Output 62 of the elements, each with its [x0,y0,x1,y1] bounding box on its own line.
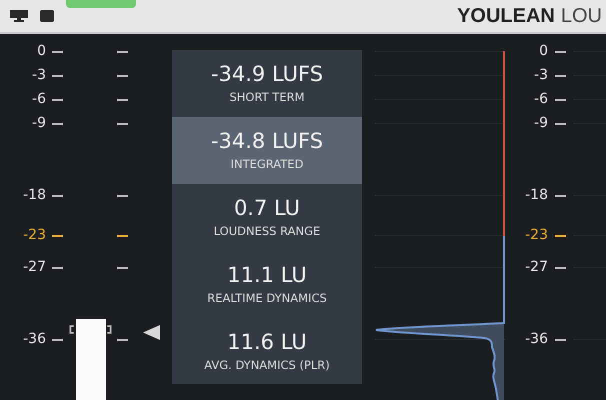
scale-tick [555,99,566,100]
stat-item[interactable]: 0.7 LU LOUDNESS RANGE [172,184,362,250]
scale-label: -6 [534,90,548,108]
scale-label: 0 [37,42,46,60]
stat-label: REALTIME DYNAMICS [207,290,327,305]
scale-tick [117,339,128,340]
scale-label: -6 [32,90,46,108]
stat-value: 11.6 LU [227,330,307,354]
scale-label: -27 [525,258,548,276]
scale-label: -3 [534,66,548,84]
scale-tick [555,75,566,76]
scale-tick [117,267,128,268]
stat-value: 11.1 LU [227,262,307,287]
scale-label: -18 [525,186,548,204]
stat-label: INTEGRATED [230,157,304,172]
scale-label: -9 [32,114,46,132]
scale-tick [117,235,128,236]
scale-tick [555,123,566,124]
scale-tick [52,123,63,124]
scale-tick [117,51,128,52]
scale-tick [555,51,566,52]
triangle-pointer-icon[interactable] [143,325,160,340]
scale-label: -36 [23,330,46,348]
app-title: LOU [560,4,602,28]
scale-label: -3 [32,66,46,84]
scale-tick [52,51,63,52]
scale-tick [117,99,128,100]
stat-label: AVG. DYNAMICS (PLR) [204,358,330,372]
scale-label: -9 [534,114,548,132]
scale-tick [52,195,63,196]
scale-tick [52,267,63,268]
scale-tick [555,339,566,340]
scale-tick [555,267,566,268]
scale-tick [52,235,63,236]
stat-value: -34.8 LUFS [210,129,324,154]
scale-label: -18 [23,186,46,204]
badge [66,0,136,8]
scale-tick [117,195,128,196]
scale-tick [555,195,566,196]
scale-label: -27 [23,258,46,276]
stat-item[interactable]: 11.6 LU AVG. DYNAMICS (PLR) [172,317,362,384]
stat-item[interactable]: -34.9 LUFS SHORT TERM [172,50,362,117]
scale-tick [117,123,128,124]
scale-tick [117,75,128,76]
bracket-icon [69,325,74,334]
stat-label: LOUDNESS RANGE [214,224,320,238]
stat-label: SHORT TERM [229,90,305,104]
scale-tick [52,75,63,76]
stat-item[interactable]: 11.1 LU REALTIME DYNAMICS [172,250,362,318]
scale-label: -23 [525,226,548,244]
scale-tick [52,339,63,340]
stat-item[interactable]: -34.8 LUFS INTEGRATED [172,116,362,184]
scale-tick [52,99,63,100]
scale-label: -36 [525,330,548,348]
bracket-icon [107,325,112,334]
brand-title: YOULEAN [457,4,555,28]
stat-value: -34.9 LUFS [210,62,324,86]
monitor-icon[interactable] [10,10,28,22]
scale-label: -23 [23,226,46,244]
stat-value: 0.7 LU [234,196,300,220]
scale-label: 0 [539,42,548,60]
scale-tick [555,235,566,236]
